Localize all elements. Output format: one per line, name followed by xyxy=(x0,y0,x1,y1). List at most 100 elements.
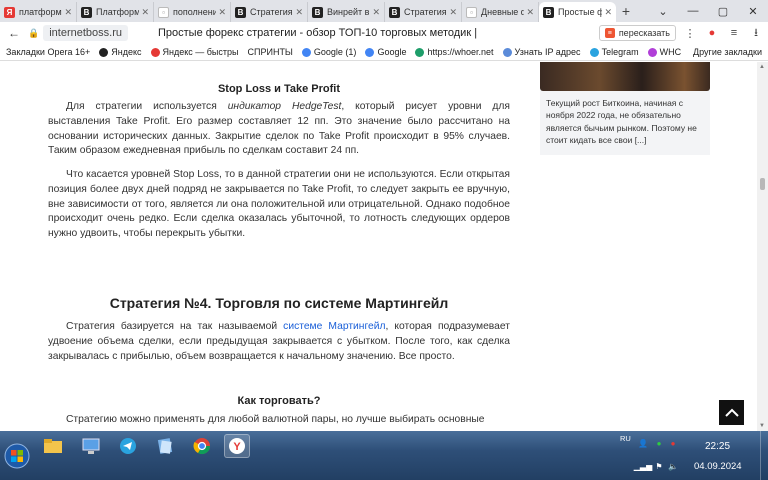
browser-tab[interactable]: B Простые ф ✕ xyxy=(539,2,616,22)
clock-time[interactable]: 22:25 xyxy=(705,441,730,452)
tab-close-icon[interactable]: ✕ xyxy=(526,7,534,18)
bookmark-item[interactable]: Закладки Opera 16+ xyxy=(6,47,90,57)
download-icon[interactable]: ⭳ xyxy=(748,25,764,41)
tab-close-icon[interactable]: ✕ xyxy=(218,7,226,18)
minimize-button[interactable]: — xyxy=(678,0,708,22)
tab-favicon-icon: ▫ xyxy=(158,6,169,18)
bookmark-label: Узнать IP адрес xyxy=(514,47,581,57)
file-explorer-icon[interactable] xyxy=(40,434,66,458)
bookmark-item[interactable]: https://whoer.net xyxy=(415,47,494,57)
scroll-down-icon[interactable]: ▼ xyxy=(759,423,765,429)
bookmark-label: https://whoer.net xyxy=(427,47,494,57)
browser-tab[interactable]: ▫ пополнение✕ xyxy=(154,2,231,22)
yandex-browser-icon[interactable]: Y xyxy=(224,434,250,458)
browser-tab[interactable]: B Стратегия М✕ xyxy=(231,2,308,22)
retell-button[interactable]: ≡ пересказать xyxy=(598,25,676,41)
tab-list-chevron-icon[interactable]: ⌄ xyxy=(648,0,678,22)
show-desktop-button[interactable] xyxy=(760,431,768,480)
bookmark-label: Telegram xyxy=(601,47,639,57)
svg-text:Y: Y xyxy=(233,441,241,453)
extension-icon[interactable]: ● xyxy=(704,25,720,41)
browser-tab[interactable]: B Стратегия С✕ xyxy=(385,2,462,22)
new-tab-button[interactable]: + xyxy=(616,1,636,21)
windows-logo-icon xyxy=(4,443,30,469)
chrome-icon[interactable] xyxy=(189,434,215,458)
tab-strip: + ⌄ — ▢ ✕ Яплатформы д✕BПлатформы б✕▫поп… xyxy=(0,0,768,22)
bookmark-label: Google (1) xyxy=(313,47,357,57)
bookmark-item[interactable]: Яндекс — быстры xyxy=(150,47,239,57)
maximize-button[interactable]: ▢ xyxy=(708,0,738,22)
tab-favicon-icon: Я xyxy=(4,6,15,18)
bookmark-item[interactable]: WHC xyxy=(647,47,681,57)
bookmark-label: Google xyxy=(377,47,407,57)
bookmark-favicon-icon xyxy=(647,47,657,57)
tab-close-icon[interactable]: ✕ xyxy=(604,7,612,18)
tab-close-icon[interactable]: ✕ xyxy=(141,7,149,18)
tab-favicon-icon: B xyxy=(389,6,400,18)
language-indicator[interactable]: RU xyxy=(620,434,631,443)
tab-favicon-icon: B xyxy=(312,6,323,18)
paragraph-stop-loss: Что касается уровней Stop Loss, то в дан… xyxy=(48,169,510,240)
browser-tab[interactable]: B Винрейт в тр✕ xyxy=(308,2,385,22)
browser-tab[interactable]: Яплатформы д✕ xyxy=(0,2,77,22)
sidebar-post-card[interactable]: Текущий рост Биткоина, начиная с ноября … xyxy=(540,62,710,155)
heading-strategy-4: Стратегия №4. Торговля по системе Мартин… xyxy=(109,295,449,311)
tab-close-icon[interactable]: ✕ xyxy=(295,7,303,18)
scroll-up-icon[interactable]: ▲ xyxy=(759,64,765,70)
window-controls: ⌄ — ▢ ✕ xyxy=(648,0,768,22)
telegram-icon[interactable] xyxy=(115,434,141,458)
indicator-name: индикатор HedgeTest xyxy=(227,101,342,112)
more-icon[interactable]: ⋮ xyxy=(682,25,698,41)
scroll-to-top-button[interactable] xyxy=(719,400,744,425)
bookmark-favicon-icon xyxy=(502,47,512,57)
scroll-thumb[interactable] xyxy=(760,178,765,190)
back-button[interactable]: ← xyxy=(4,23,24,43)
user-tray-icon[interactable]: 👤 xyxy=(638,438,648,448)
close-window-button[interactable]: ✕ xyxy=(738,0,768,22)
bookmark-favicon-icon xyxy=(301,47,311,57)
tab-close-icon[interactable]: ✕ xyxy=(372,7,380,18)
tab-title: Простые ф xyxy=(558,7,603,17)
bookmark-favicon-icon xyxy=(365,47,375,57)
bookmark-item[interactable]: СПРИНТЫ xyxy=(248,47,293,57)
bookmark-favicon-icon xyxy=(415,47,425,57)
other-bookmarks[interactable]: Другие закладки xyxy=(693,47,762,57)
tab-favicon-icon: B xyxy=(543,6,554,18)
bookmark-favicon-icon xyxy=(99,47,109,57)
bookmark-item[interactable]: Google (1) xyxy=(301,47,357,57)
tab-close-icon[interactable]: ✕ xyxy=(64,7,72,18)
bookmarks-bar: Закладки Opera 16+ Яндекс Яндекс — быстры С… xyxy=(0,44,768,61)
notes-app-icon[interactable] xyxy=(152,434,178,458)
bookmark-item[interactable]: Яндекс xyxy=(99,47,142,57)
tab-title: Стратегия С xyxy=(404,7,447,17)
flag-icon[interactable]: ⚑ xyxy=(654,461,664,471)
app-tray-icon[interactable]: ● xyxy=(654,438,664,448)
menu-icon[interactable]: ≡ xyxy=(726,25,742,41)
post-thumbnail[interactable] xyxy=(540,62,710,91)
volume-icon[interactable]: 🔈 xyxy=(668,461,678,471)
bookmark-item[interactable]: Telegram xyxy=(589,47,639,57)
clock-date[interactable]: 04.09.2024 xyxy=(694,461,742,472)
tab-close-icon[interactable]: ✕ xyxy=(449,7,457,18)
tab-favicon-icon: ▫ xyxy=(466,6,477,18)
tab-title: пополнение xyxy=(173,7,216,17)
bookmark-favicon-icon xyxy=(589,47,599,57)
browser-tab[interactable]: B Платформы б✕ xyxy=(77,2,154,22)
tab-title: Стратегия М xyxy=(250,7,293,17)
tab-title: Дневные фор xyxy=(481,7,524,17)
url-field[interactable]: 🔒 internetboss.ru xyxy=(28,24,128,42)
page-scrollbar[interactable]: ▲ ▼ xyxy=(757,62,768,431)
bookmark-item[interactable]: Узнать IP адрес xyxy=(502,47,581,57)
bookmark-favicon-icon xyxy=(150,47,160,57)
bookmark-item[interactable]: Google xyxy=(365,47,406,57)
tab-title: платформы д xyxy=(19,7,62,17)
page-content: Stop Loss и Take Profit Для стратегии ис… xyxy=(0,62,757,431)
network-monitor-icon[interactable] xyxy=(78,434,104,458)
start-button[interactable] xyxy=(4,443,30,469)
address-bar: ← 🔒 internetboss.ru Простые форекс страт… xyxy=(0,22,768,44)
martingale-link[interactable]: системе Мартингейл xyxy=(283,321,385,332)
signal-icon[interactable]: ▁▃▅ xyxy=(634,461,652,471)
yandex-tray-icon[interactable]: ● xyxy=(668,438,678,448)
browser-tab[interactable]: ▫ Дневные фор✕ xyxy=(462,2,539,22)
heading-how-to-trade: Как торговать? xyxy=(237,395,321,407)
